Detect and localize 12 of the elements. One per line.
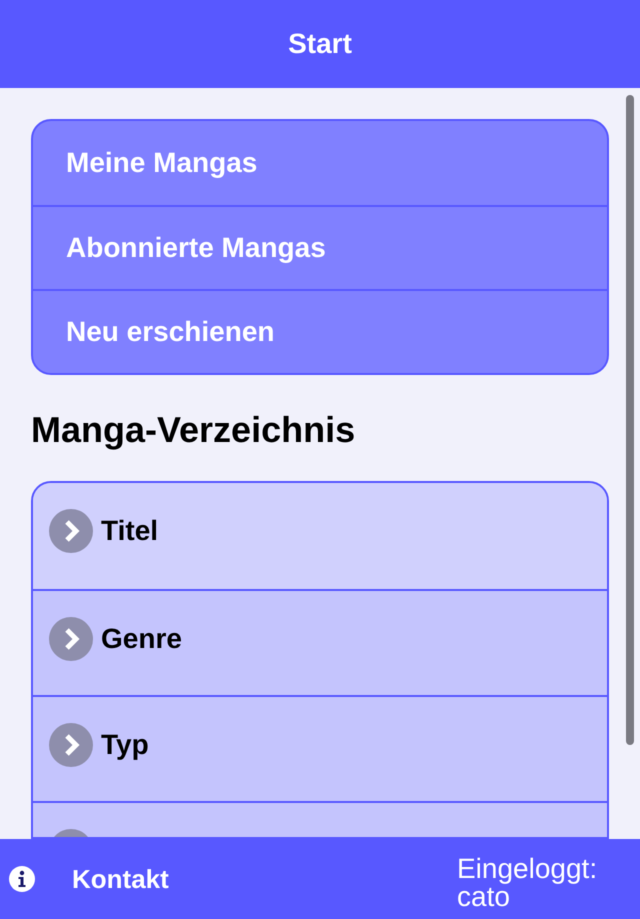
login-status: Eingeloggt: cato (457, 855, 598, 911)
contact-link[interactable]: Kontakt (72, 864, 169, 894)
directory-item[interactable]: Genre (33, 589, 607, 695)
page-title: Start (288, 28, 352, 60)
menu-item[interactable]: Neu erschienen (33, 289, 607, 373)
directory-item[interactable]: Typ (33, 695, 607, 801)
info-icon[interactable] (8, 865, 36, 893)
section-heading: Manga-Verzeichnis (31, 409, 356, 451)
scrollbar[interactable] (626, 95, 634, 745)
menu-item[interactable]: Meine Mangas (33, 121, 607, 205)
menu-item[interactable]: Abonnierte Mangas (33, 205, 607, 289)
directory-item[interactable]: Titel (33, 483, 607, 589)
